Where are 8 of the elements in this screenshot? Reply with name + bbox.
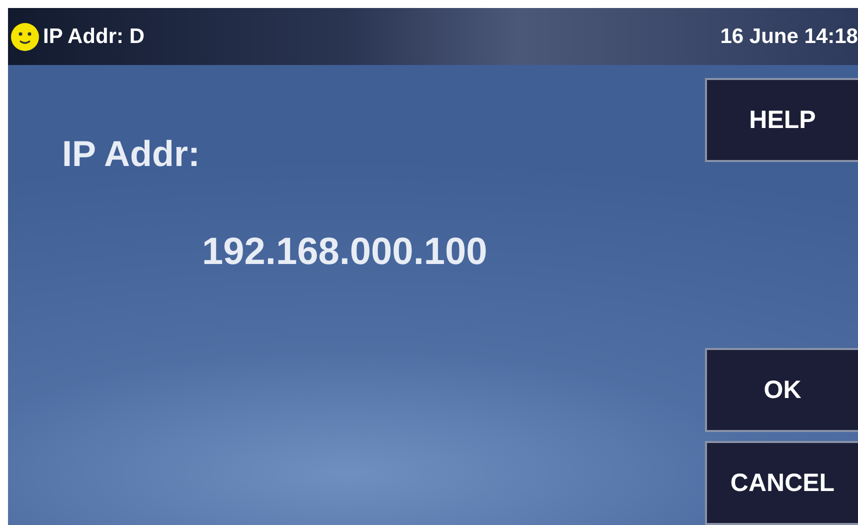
date-time: 16 June 14:18 (720, 24, 858, 48)
help-button[interactable]: HELP (705, 78, 858, 162)
status-title: IP Addr: D (43, 24, 145, 48)
ip-address-value: 192.168.000.100 (202, 231, 488, 274)
field-label: IP Addr: (62, 133, 202, 175)
smiley-icon (10, 22, 40, 52)
dialog-button[interactable]: OK (705, 348, 858, 432)
dialog-button[interactable]: CANCEL (705, 441, 858, 525)
